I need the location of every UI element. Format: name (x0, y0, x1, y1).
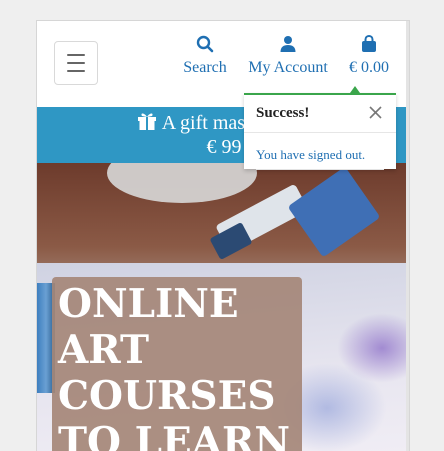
page-frame: Search My Account € 0.00 A gift master-c… (36, 20, 410, 451)
hamburger-icon (67, 54, 85, 56)
user-icon (280, 36, 296, 52)
shopping-bag-link[interactable]: € 0.00 (343, 35, 395, 77)
my-account-label: My Account (248, 59, 328, 76)
gift-icon (137, 113, 156, 130)
shopping-bag-icon (362, 35, 376, 52)
search-link[interactable]: Search (180, 35, 230, 77)
headline-line: ART (58, 327, 150, 373)
close-icon[interactable] (369, 106, 382, 119)
my-account-link[interactable]: My Account (244, 35, 332, 77)
hero-headline: ONLINE ART COURSES TO LEARN (52, 277, 302, 451)
toast-message: You have signed out. (256, 147, 366, 162)
toast-title: Success! (256, 105, 310, 121)
headline-line: ONLINE (58, 281, 239, 327)
headline-line: TO LEARN (58, 419, 291, 451)
bag-total: € 0.00 (349, 59, 389, 76)
search-label: Search (183, 59, 227, 76)
success-toast: Success! You have signed out. (244, 86, 396, 170)
menu-toggle-button[interactable] (54, 41, 98, 85)
toast-divider (256, 169, 384, 170)
scrollbar[interactable] (406, 21, 409, 451)
toast-arrow (350, 86, 360, 93)
hero-image: ONLINE ART COURSES TO LEARN (37, 163, 409, 451)
headline-line: COURSES (58, 373, 276, 419)
search-icon (196, 35, 214, 53)
